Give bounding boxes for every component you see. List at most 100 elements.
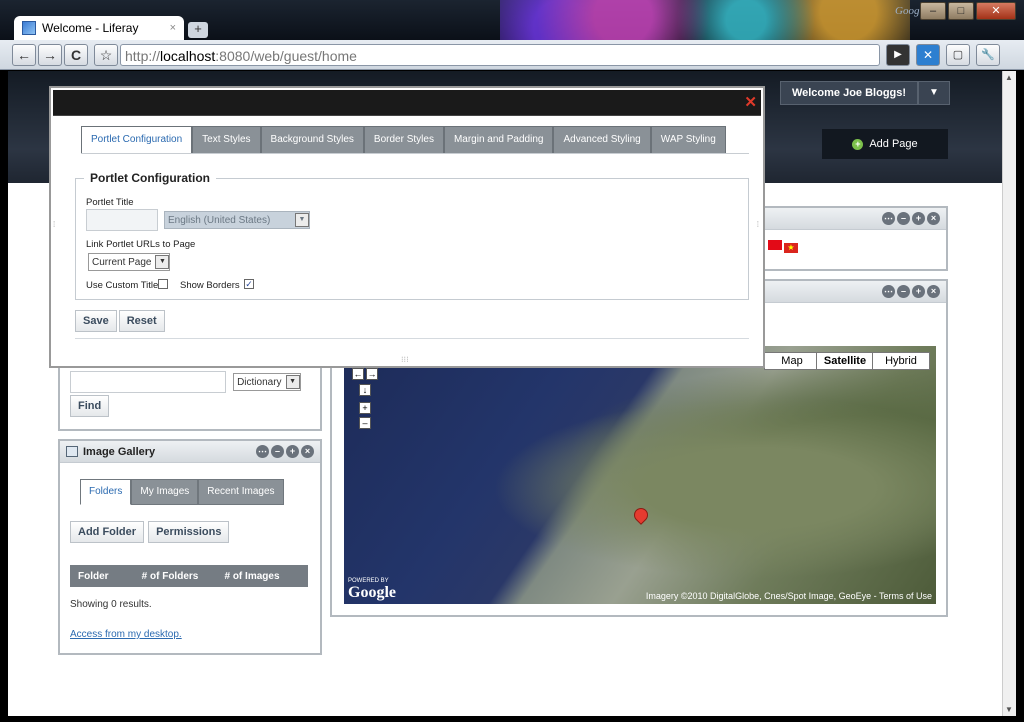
tab-advanced-styling[interactable]: Advanced Styling xyxy=(553,126,651,154)
tab-portlet-configuration[interactable]: Portlet Configuration xyxy=(81,126,193,154)
show-borders-checkbox[interactable]: ✓ xyxy=(244,279,254,289)
maximize-icon[interactable]: + xyxy=(286,445,299,458)
link-page-select[interactable]: Current Page ▼ xyxy=(88,253,171,271)
extension-icon[interactable]: ✕ xyxy=(916,44,940,66)
turkish-flag-icon[interactable] xyxy=(768,240,782,250)
chevron-down-icon: ▼ xyxy=(295,213,309,227)
add-folder-button[interactable]: Add Folder xyxy=(70,521,145,543)
browser-tab[interactable]: Welcome - Liferay × xyxy=(14,16,184,40)
dictionary-search-input[interactable] xyxy=(70,371,226,393)
window-controls: – □ ✕ xyxy=(920,2,1016,20)
reset-button[interactable]: Reset xyxy=(118,310,165,332)
link-page-select-value: Current Page xyxy=(92,256,152,268)
find-button[interactable]: Find xyxy=(70,395,110,417)
gallery-actions: Add Folder Permissions xyxy=(70,521,230,543)
dictionary-select-value: Dictionary xyxy=(237,376,282,388)
close-icon[interactable]: × xyxy=(927,212,940,225)
portlet-configuration-fieldset: Portlet Configuration Portlet Title Engl… xyxy=(75,171,749,300)
minimize-icon[interactable]: – xyxy=(897,212,910,225)
language-portlet: ⋯ – + × ★ xyxy=(748,206,948,271)
flag-row: ★ xyxy=(750,230,946,253)
permissions-button[interactable]: Permissions xyxy=(148,521,230,543)
tab-close-icon[interactable]: × xyxy=(170,22,176,34)
forward-button[interactable]: → xyxy=(38,44,62,66)
vietnamese-flag-icon[interactable]: ★ xyxy=(784,243,798,253)
resize-grip-right-icon[interactable]: ⁞ xyxy=(757,220,759,229)
tab-text-styles[interactable]: Text Styles xyxy=(192,126,261,154)
show-borders-label: Show Borders xyxy=(180,280,240,291)
options-icon[interactable]: ⋯ xyxy=(882,285,895,298)
dictionary-select[interactable]: Dictionary ▼ xyxy=(233,373,301,391)
add-page-button[interactable]: + Add Page xyxy=(822,129,948,159)
pan-right-icon[interactable]: → xyxy=(366,368,378,380)
satellite-map[interactable]: Map Satellite Hybrid ← → ↓ + – POWERED B… xyxy=(344,346,936,604)
map-type-satellite[interactable]: Satellite xyxy=(816,352,874,370)
new-tab-button[interactable]: + xyxy=(188,22,208,38)
url-path: :8080/web/guest/home xyxy=(215,48,357,64)
bookmark-star-icon[interactable]: ☆ xyxy=(94,44,118,66)
language-select[interactable]: English (United States) ▼ xyxy=(164,211,310,229)
minimize-icon[interactable]: – xyxy=(897,285,910,298)
url-scheme: http:// xyxy=(125,48,161,64)
access-desktop-link[interactable]: Access from my desktop. xyxy=(70,629,182,640)
portlet-icons: ⋯ – + × xyxy=(882,285,940,298)
save-button[interactable]: Save xyxy=(75,310,117,332)
back-button[interactable]: ← xyxy=(12,44,36,66)
pan-down-icon[interactable]: ↓ xyxy=(359,384,371,396)
dictionary-form: Dictionary ▼ xyxy=(70,371,301,393)
map-type-hybrid[interactable]: Hybrid xyxy=(872,352,930,370)
resize-grip-bottom-icon[interactable]: ⁝⁝⁝ xyxy=(401,355,409,364)
maximize-button[interactable]: □ xyxy=(948,2,974,20)
tab-border-styles[interactable]: Border Styles xyxy=(363,126,444,154)
language-select-value: English (United States) xyxy=(168,214,271,226)
dock-menu-icon[interactable]: ▼ xyxy=(918,81,950,105)
tab-folders[interactable]: Folders xyxy=(80,479,132,505)
add-icon: + xyxy=(852,138,864,150)
chevron-down-icon: ▼ xyxy=(285,375,300,389)
map-credits[interactable]: Imagery ©2010 DigitalGlobe, Cnes/Spot Im… xyxy=(646,591,932,601)
portlet-title-input[interactable] xyxy=(86,209,158,231)
minimize-icon[interactable]: – xyxy=(271,445,284,458)
minimize-button[interactable]: – xyxy=(920,2,946,20)
maximize-icon[interactable]: + xyxy=(912,285,925,298)
options-icon[interactable]: ⋯ xyxy=(256,445,269,458)
zoom-out-icon[interactable]: – xyxy=(359,417,371,429)
portlet-title-label: Portlet Title xyxy=(86,197,134,208)
column-num-images[interactable]: # of Images xyxy=(212,571,292,582)
column-folder[interactable]: Folder xyxy=(70,571,128,582)
page-menu-icon[interactable]: ▢ xyxy=(946,44,970,66)
portlet-titlebar: Image Gallery ⋯ – + × xyxy=(60,441,320,463)
image-gallery-portlet: Image Gallery ⋯ – + × Folders My Images … xyxy=(58,439,322,655)
dialog-close-icon[interactable]: ✕ xyxy=(744,93,757,111)
use-custom-title-checkbox[interactable] xyxy=(158,279,168,289)
maximize-icon[interactable]: + xyxy=(912,212,925,225)
pan-left-icon[interactable]: ← xyxy=(352,368,364,380)
column-num-folders[interactable]: # of Folders xyxy=(128,571,212,582)
tab-my-images[interactable]: My Images xyxy=(131,479,199,505)
tab-background-styles[interactable]: Background Styles xyxy=(260,126,364,154)
gallery-tabs: Folders My Images Recent Images xyxy=(80,479,284,505)
close-icon[interactable]: × xyxy=(301,445,314,458)
close-window-button[interactable]: ✕ xyxy=(976,2,1016,20)
resize-grip-left-icon[interactable]: ⁞ xyxy=(53,220,55,229)
portlet-configuration-dialog: ✕ Portlet Configuration Text Styles Back… xyxy=(49,86,765,368)
scroll-up-icon[interactable]: ▲ xyxy=(1005,73,1013,82)
zoom-in-icon[interactable]: + xyxy=(359,402,371,414)
scroll-down-icon[interactable]: ▼ xyxy=(1005,705,1013,714)
map-marker-icon[interactable] xyxy=(631,505,651,525)
go-button[interactable]: ▶ xyxy=(886,44,910,66)
portlet-icons: ⋯ – + × xyxy=(256,445,314,458)
fieldset-legend: Portlet Configuration xyxy=(84,171,216,185)
map-type-map[interactable]: Map xyxy=(764,352,820,370)
options-icon[interactable]: ⋯ xyxy=(882,212,895,225)
reload-button[interactable]: C xyxy=(64,44,88,66)
tab-wap-styling[interactable]: WAP Styling xyxy=(650,126,726,154)
page-scrollbar[interactable]: ▲ ▼ xyxy=(1002,71,1016,716)
close-icon[interactable]: × xyxy=(927,285,940,298)
tab-margin-and-padding[interactable]: Margin and Padding xyxy=(443,126,554,154)
tab-recent-images[interactable]: Recent Images xyxy=(198,479,284,505)
address-bar[interactable]: http://localhost:8080/web/guest/home xyxy=(120,44,880,66)
dialog-titlebar[interactable]: ✕ xyxy=(53,90,761,116)
tools-menu-icon[interactable]: 🔧 xyxy=(976,44,1000,66)
welcome-user-button[interactable]: Welcome Joe Bloggs! xyxy=(780,81,918,105)
